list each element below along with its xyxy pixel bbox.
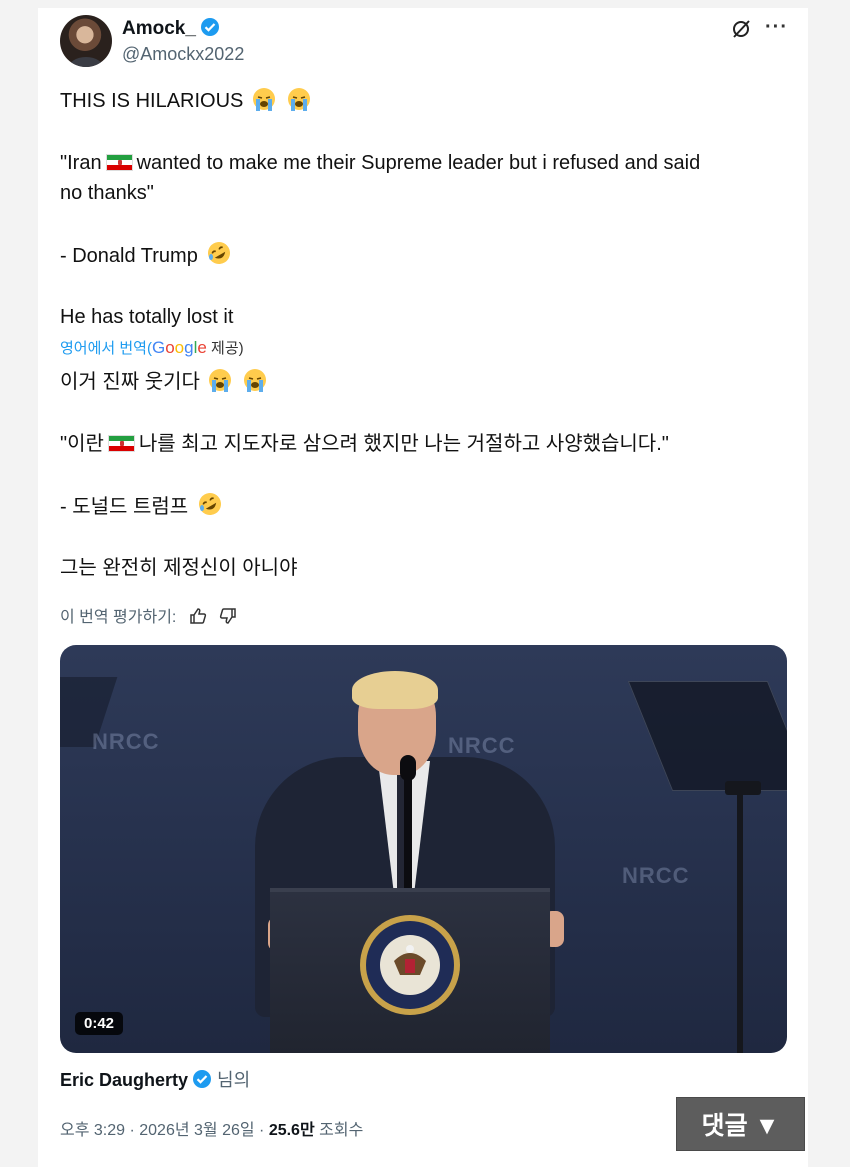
tweet-attribution: - Donald Trump (60, 240, 232, 271)
tweet-quote-part-2: wanted to make me their Supreme leader b… (136, 152, 701, 174)
grok-icon[interactable] (730, 18, 752, 40)
translation-attribution[interactable]: 영어에서 번역(Google 제공) (60, 337, 244, 358)
teleprompter-stand (737, 785, 743, 1053)
translated-line-1: 이거 진짜 웃기다 (60, 367, 269, 397)
rate-translation: 이 번역 평가하기: (60, 603, 237, 627)
crying-emoji-icon (287, 88, 310, 111)
crying-emoji-icon (244, 369, 267, 392)
speaker-hair (352, 671, 438, 709)
tweet-quote-part-3: no thanks" (60, 182, 154, 204)
tweet-quote: "Iran wanted to make me their Supreme lea… (60, 148, 700, 208)
thumbs-up-icon[interactable] (189, 607, 207, 625)
iran-flag-icon (105, 154, 133, 171)
rofl-emoji-icon (208, 242, 231, 264)
translated-line-1-text: 이거 진짜 웃기다 (60, 371, 200, 393)
nrcc-watermark: NRCC (448, 733, 516, 758)
credit-suffix: 님의 (217, 1070, 251, 1090)
video-player[interactable]: NRCC NRCC NRCC 0:42 (60, 645, 787, 1053)
verified-badge-icon (193, 1070, 212, 1088)
translated-attribution: - 도널드 트럼프 (60, 491, 223, 522)
nrcc-watermark: NRCC (92, 729, 160, 754)
thumbs-down-icon[interactable] (219, 607, 237, 625)
credit-name[interactable]: Eric Daugherty (60, 1070, 188, 1090)
author-handle[interactable]: @Amockx2022 (122, 44, 244, 65)
view-count: 25.6만 (268, 1122, 315, 1139)
tweet-quote-part-1: "Iran (60, 152, 102, 174)
more-options-icon[interactable]: ··· (765, 16, 788, 39)
author-name[interactable]: Amock_ (122, 17, 220, 40)
crying-emoji-icon (209, 369, 232, 392)
rofl-emoji-icon (198, 493, 221, 515)
translated-quote-part-2: 나를 최고 지도자로 삼으려 했지만 나는 거절하고 사양했습니다." (138, 433, 669, 455)
google-logo: Google (151, 338, 207, 357)
translated-closing: 그는 완전히 제정신이 아니야 (60, 557, 298, 579)
translation-provider-suffix: 제공) (211, 340, 244, 357)
tweet-line-1-text: THIS IS HILARIOUS (60, 90, 244, 112)
iran-flag-icon (107, 435, 135, 452)
translated-quote: "이란 나를 최고 지도자로 삼으려 했지만 나는 거절하고 사양했습니다." (60, 429, 669, 459)
tweet-timestamp[interactable]: 오후 3:29 · 2026년 3월 26일 · (60, 1122, 269, 1139)
video-duration: 0:42 (75, 1012, 124, 1035)
crying-emoji-icon (252, 88, 275, 111)
translated-attribution-text: - 도널드 트럼프 (60, 496, 189, 518)
author-name-text[interactable]: Amock_ (122, 18, 196, 39)
avatar[interactable] (60, 15, 112, 67)
teleprompter-stand-top (725, 781, 761, 795)
translated-quote-part-1: "이란 (60, 433, 104, 455)
translation-label[interactable]: 영어에서 번역( (60, 340, 152, 357)
tweet-metadata: 오후 3:29 · 2026년 3월 26일 · 25.6만 조회수 (60, 1116, 363, 1140)
view-count-label: 조회수 (314, 1122, 364, 1139)
teleprompter-right (627, 681, 787, 791)
nrcc-watermark: NRCC (622, 863, 690, 888)
rate-translation-label: 이 번역 평가하기: (60, 609, 177, 626)
tweet-line-1: THIS IS HILARIOUS (60, 86, 313, 116)
tweet-closing: He has totally lost it (60, 306, 234, 328)
presidential-seal-icon (360, 915, 460, 1015)
tweet-attribution-text: - Donald Trump (60, 245, 198, 267)
comment-dropdown-button[interactable]: 댓글 ▼ (676, 1097, 805, 1151)
verified-badge-icon (200, 18, 219, 36)
video-credit: Eric Daugherty 님의 (60, 1066, 250, 1092)
